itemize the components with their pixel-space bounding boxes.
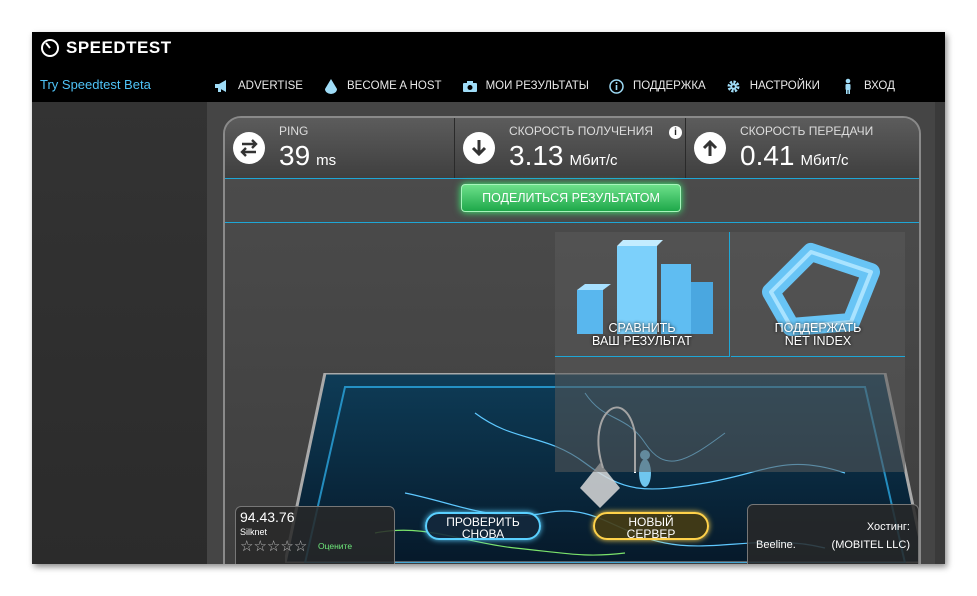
upload-label: СКОРОСТЬ ПЕРЕДАЧИ xyxy=(740,124,874,138)
upload-value: 0.41 Мбит/с xyxy=(740,140,849,172)
person-icon xyxy=(840,78,856,94)
download-unit: Мбит/с xyxy=(569,152,618,169)
upload-arrow-icon xyxy=(694,132,726,164)
retry-button[interactable]: ПРОВЕРИТЬ СНОВА xyxy=(425,512,541,540)
nav-settings[interactable]: НАСТРОЙКИ xyxy=(726,78,820,94)
nav-my-results[interactable]: МОИ РЕЗУЛЬТАТЫ xyxy=(462,78,589,94)
net-index-tile[interactable]: ПОДДЕРЖАТЬ NET INDEX xyxy=(731,232,905,357)
nav-label: ПОДДЕРЖКА xyxy=(632,80,706,92)
ping-value: 39 ms xyxy=(279,140,336,172)
new-server-button[interactable]: НОВЫЙ СЕРВЕР xyxy=(593,512,709,540)
host-name: (MOBITEL LLC) xyxy=(831,539,910,551)
host-info: Хостинг: Beeline. (MOBITEL LLC) xyxy=(747,504,919,564)
top-bar: SPEEDTEST Try Speedtest Beta ADVERTISE B… xyxy=(32,32,945,102)
main-nav: ADVERTISE BECOME A HOST МОИ РЕЗУЛЬТАТЫ П… xyxy=(214,78,895,94)
rating-stars[interactable]: ☆ ☆ ☆ ☆ ☆ xyxy=(240,537,307,555)
nav-become-host[interactable]: BECOME A HOST xyxy=(323,78,442,94)
ping-number: 39 xyxy=(279,140,311,171)
share-row: ПОДЕЛИТЬСЯ РЕЗУЛЬТАТОМ xyxy=(225,178,919,223)
download-stat: СКОРОСТЬ ПОЛУЧЕНИЯ i 3.13 Мбит/с xyxy=(455,118,685,178)
nav-login[interactable]: ВХОД xyxy=(840,78,895,94)
logo-text: SPEEDTEST xyxy=(66,38,172,57)
host-city: Beeline. xyxy=(756,539,796,551)
droplet-icon xyxy=(323,78,339,94)
try-beta-link[interactable]: Try Speedtest Beta xyxy=(40,77,151,92)
ping-unit: ms xyxy=(316,152,337,169)
promo-tiles: СРАВНИТЬ ВАШ РЕЗУЛЬТАТ ПОДДЕРЖАТЬ NET INDE… xyxy=(555,232,905,472)
ping-stat: PING 39 ms xyxy=(225,118,454,178)
megaphone-icon xyxy=(214,78,230,94)
compare-label: СРАВНИТЬ ВАШ РЕЗУЛЬТАТ xyxy=(592,321,692,348)
client-ip: 94.43.76 xyxy=(240,509,295,525)
nav-label: ВХОД xyxy=(863,80,895,92)
info-icon[interactable]: i xyxy=(669,126,682,139)
download-number: 3.13 xyxy=(509,140,564,171)
download-value: 3.13 Мбит/с xyxy=(509,140,618,172)
upload-stat: СКОРОСТЬ ПЕРЕДАЧИ 0.41 Мбит/с xyxy=(686,118,919,178)
stats-bar: PING 39 ms СКОРОСТЬ ПОЛУЧЕНИЯ i 3.13 Мбит/… xyxy=(225,118,919,179)
download-arrow-icon xyxy=(463,132,495,164)
star-icon[interactable]: ☆ xyxy=(240,537,253,555)
left-column xyxy=(32,102,207,564)
rate-label: Оцените xyxy=(318,541,353,551)
star-icon[interactable]: ☆ xyxy=(294,537,307,555)
ping-arrows-icon xyxy=(233,132,265,164)
main-area: PING 39 ms СКОРОСТЬ ПОЛУЧЕНИЯ i 3.13 Мбит/… xyxy=(207,102,935,564)
share-result-button[interactable]: ПОДЕЛИТЬСЯ РЕЗУЛЬТАТОМ xyxy=(461,184,681,212)
star-icon[interactable]: ☆ xyxy=(267,537,280,555)
gauge-icon xyxy=(40,38,60,58)
net-index-label: ПОДДЕРЖАТЬ NET INDEX xyxy=(774,321,862,348)
info-icon xyxy=(609,78,625,94)
client-isp: Silknet xyxy=(240,527,268,537)
star-icon[interactable]: ☆ xyxy=(253,537,266,555)
compare-results-tile[interactable]: СРАВНИТЬ ВАШ РЕЗУЛЬТАТ xyxy=(555,232,730,357)
app-window: SPEEDTEST Try Speedtest Beta ADVERTISE B… xyxy=(32,32,945,564)
nav-label: ADVERTISE xyxy=(238,80,303,92)
ping-label: PING xyxy=(279,124,309,138)
nav-label: НАСТРОЙКИ xyxy=(749,80,820,92)
client-info: 94.43.76 Silknet ☆ ☆ ☆ ☆ ☆ Оцените xyxy=(235,506,395,564)
star-icon[interactable]: ☆ xyxy=(280,537,293,555)
speedtest-panel: PING 39 ms СКОРОСТЬ ПОЛУЧЕНИЯ i 3.13 Мбит/… xyxy=(223,116,921,564)
upload-unit: Мбит/с xyxy=(800,152,849,169)
camera-icon xyxy=(462,78,478,94)
download-label: СКОРОСТЬ ПОЛУЧЕНИЯ xyxy=(509,124,654,138)
upload-number: 0.41 xyxy=(740,140,795,171)
nav-label: BECOME A HOST xyxy=(346,80,442,92)
nav-label: МОИ РЕЗУЛЬТАТЫ xyxy=(485,80,589,92)
nav-support[interactable]: ПОДДЕРЖКА xyxy=(609,78,706,94)
speedtest-logo[interactable]: SPEEDTEST xyxy=(40,38,172,58)
gear-icon xyxy=(726,78,742,94)
host-label: Хостинг: xyxy=(866,521,910,533)
nav-advertise[interactable]: ADVERTISE xyxy=(214,78,303,94)
